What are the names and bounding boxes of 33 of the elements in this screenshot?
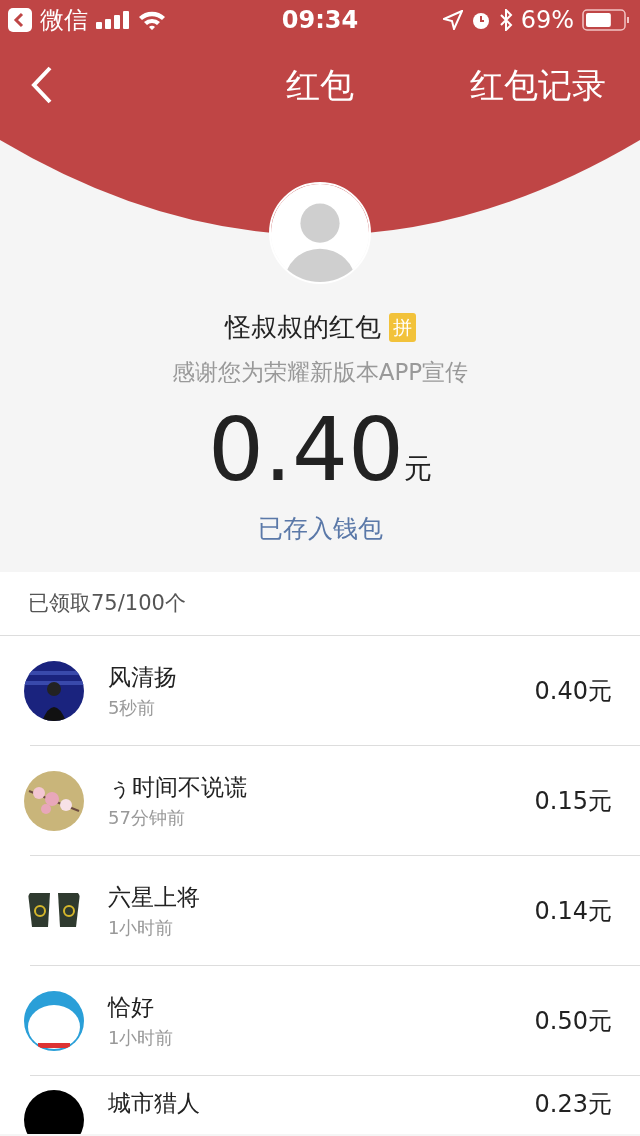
amount-unit: 元 xyxy=(403,450,432,487)
sender-title: 怪叔叔的红包 xyxy=(224,311,381,344)
wifi-icon xyxy=(138,10,166,30)
claimed-amount: 0.50元 xyxy=(534,1005,612,1037)
recipient-name: 恰好 xyxy=(108,992,155,1022)
group-badge: 拼 xyxy=(388,313,416,342)
claim-time: 1小时前 xyxy=(108,1026,175,1051)
alarm-icon xyxy=(470,10,491,30)
claimed-count: 已领取75/100个 xyxy=(28,589,186,617)
location-icon xyxy=(442,10,463,30)
back-app-label[interactable]: 微信 xyxy=(40,2,88,38)
claimed-amount: 0.40元 xyxy=(534,675,612,707)
claim-time: 5秒前 xyxy=(108,696,157,721)
greeting-message: 感谢您为荣耀新版本APP宣传 xyxy=(171,358,469,387)
battery-percent: 69% xyxy=(520,5,574,36)
records-link[interactable]: 红包记录 xyxy=(470,59,606,111)
battery-icon xyxy=(582,9,630,31)
amount-value: 0.40 xyxy=(208,405,404,494)
claimed-amount: 0.15元 xyxy=(534,785,612,817)
recipient-name: ぅ时间不说谎 xyxy=(108,772,248,802)
page-title: 红包 xyxy=(286,63,354,107)
recipient-name: 风清扬 xyxy=(108,662,178,692)
claimed-amount: 0.14元 xyxy=(534,895,612,927)
bluetooth-icon xyxy=(498,9,513,31)
wallet-link[interactable]: 已存入钱包 xyxy=(257,509,383,547)
claim-time: 1小时前 xyxy=(108,916,175,941)
clock-time: 09:34 xyxy=(281,5,359,36)
signal-icon xyxy=(96,11,130,29)
claimed-amount: 0.23元 xyxy=(534,1090,612,1119)
recipient-name: 城市猎人 xyxy=(108,1090,201,1118)
claim-time: 57分钟前 xyxy=(108,806,186,831)
recipient-name: 六星上将 xyxy=(108,882,201,912)
back-icon[interactable] xyxy=(8,8,32,32)
